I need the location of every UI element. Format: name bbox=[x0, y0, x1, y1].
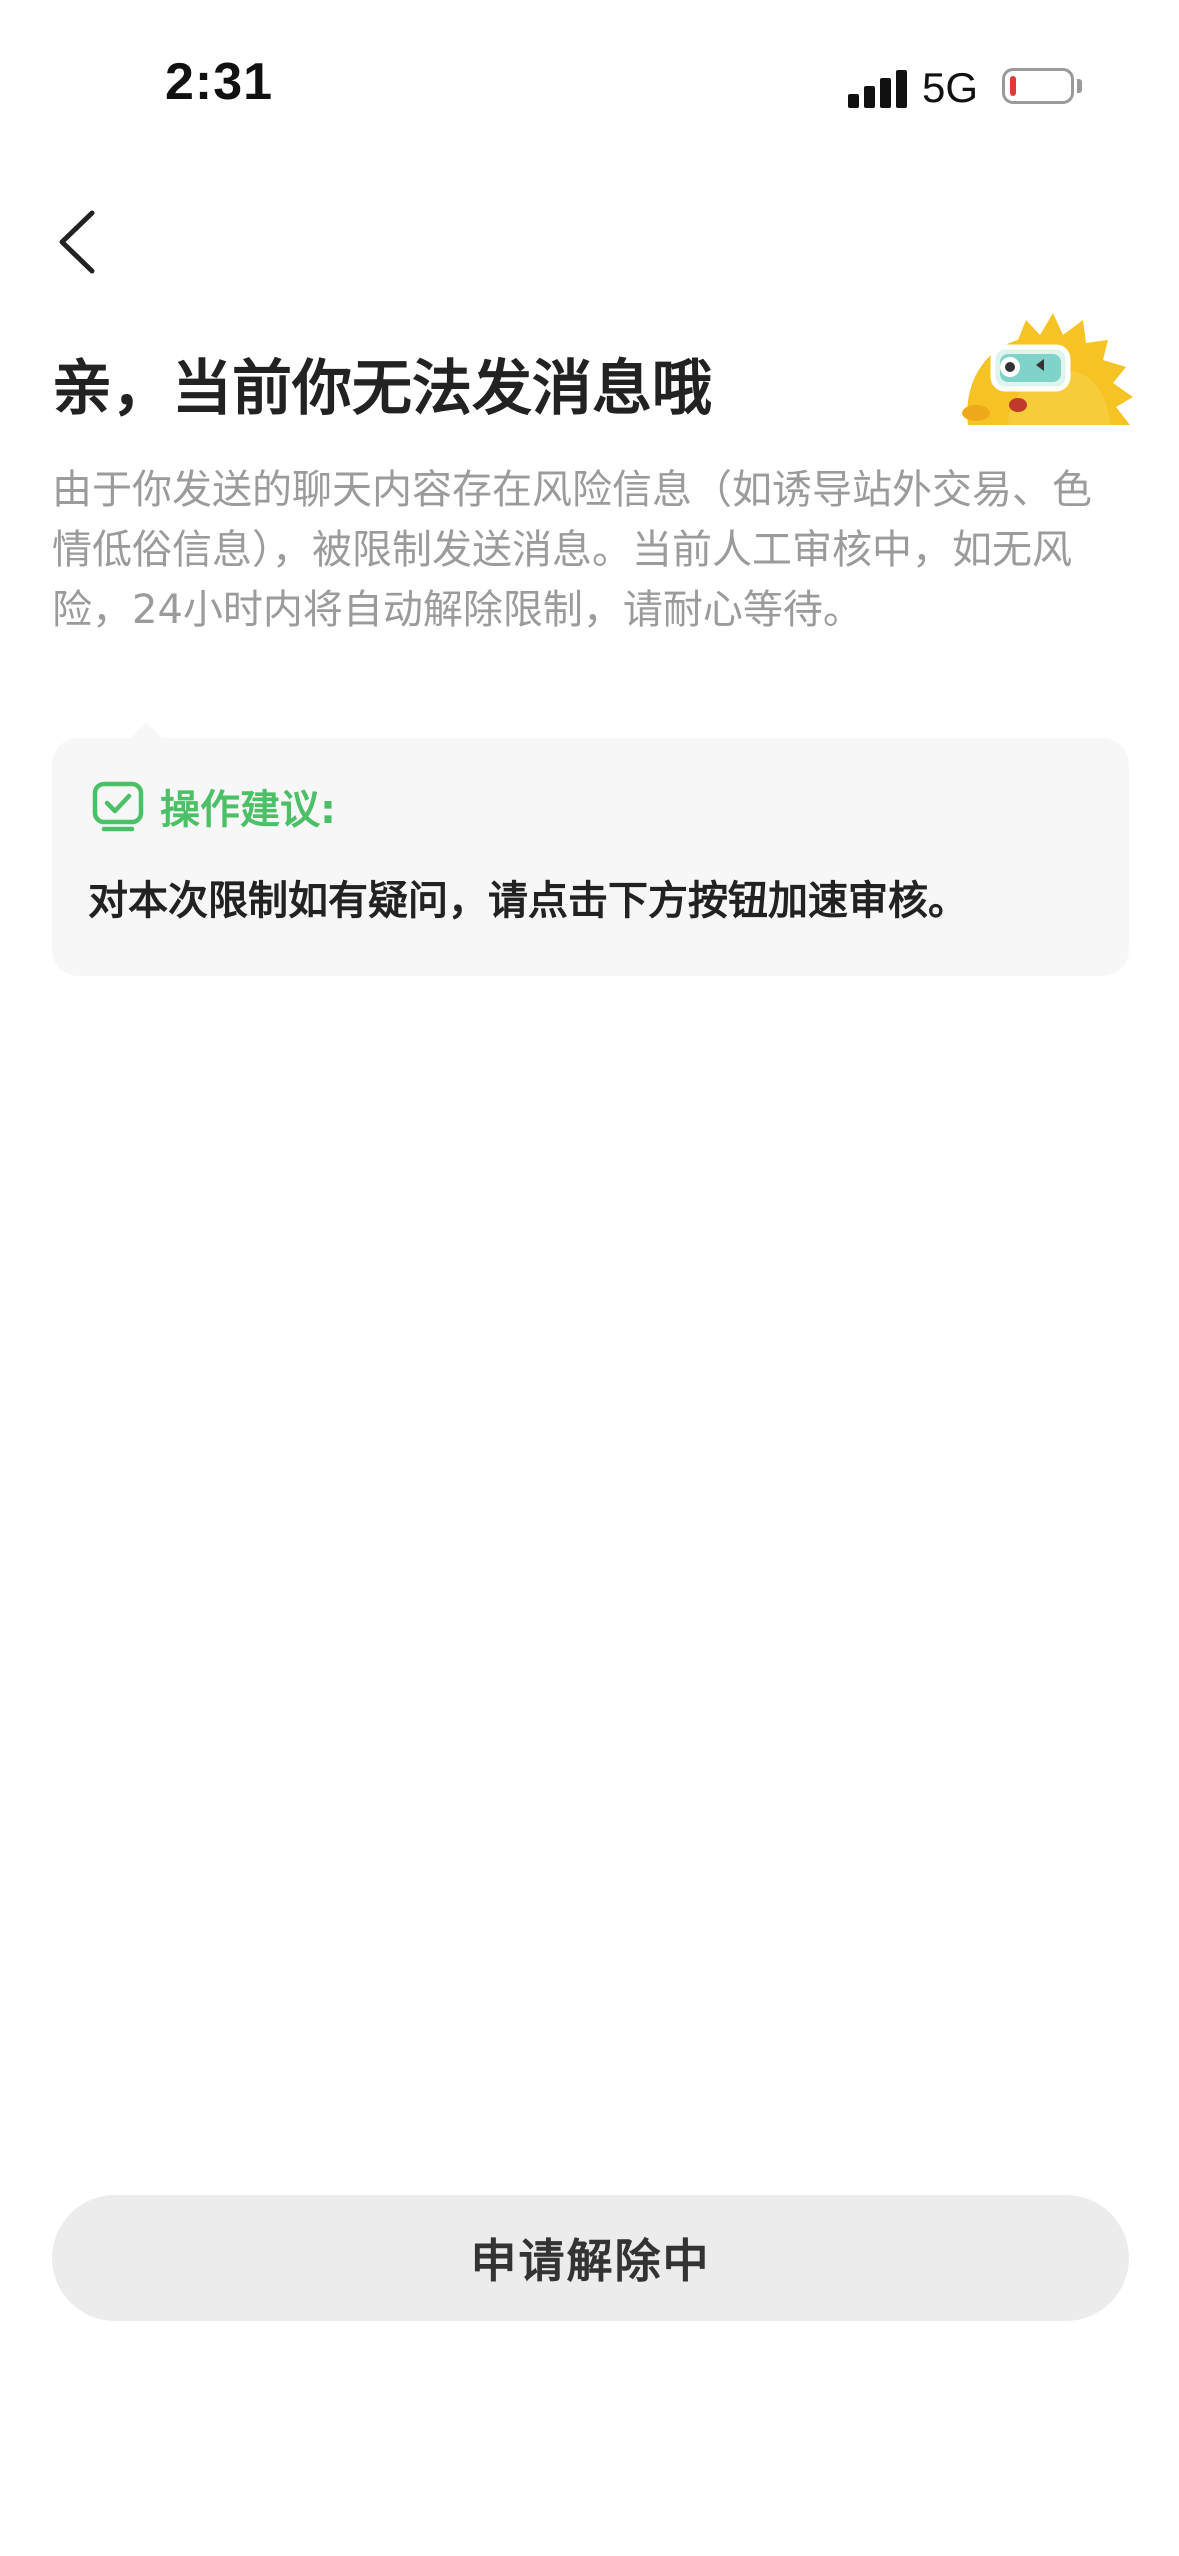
status-time: 2:31 bbox=[165, 53, 274, 111]
card-pointer bbox=[130, 722, 162, 738]
suggestion-title: 操作建议: bbox=[160, 787, 336, 833]
battery-icon bbox=[1002, 68, 1074, 104]
checked-tv-icon bbox=[92, 781, 144, 832]
signal-icon bbox=[848, 68, 908, 108]
suggestion-text: 对本次限制如有疑问，请点击下方按钮加速审核。 bbox=[88, 878, 968, 924]
battery-cap bbox=[1077, 79, 1082, 93]
apply-button-label: 申请解除中 bbox=[470, 2234, 711, 2288]
page-title: 亲，当前你无法发消息哦 bbox=[52, 354, 712, 424]
suggestion-card: 操作建议: 对本次限制如有疑问，请点击下方按钮加速审核。 bbox=[52, 738, 1129, 976]
back-button[interactable] bbox=[50, 205, 110, 280]
network-type: 5G bbox=[922, 64, 979, 111]
suggestion-header: 操作建议: bbox=[90, 778, 336, 834]
battery-level bbox=[1010, 76, 1016, 96]
mascot-illustration bbox=[948, 305, 1133, 425]
apply-unblock-button[interactable]: 申请解除中 bbox=[52, 2195, 1129, 2321]
status-bar: 2:31 5G bbox=[0, 0, 1179, 140]
restriction-description: 由于你发送的聊天内容存在风险信息（如诱导站外交易、色情低俗信息），被限制发送消息… bbox=[52, 467, 1092, 633]
mascot-icon bbox=[962, 313, 1133, 425]
chevron-left-icon bbox=[59, 210, 95, 274]
